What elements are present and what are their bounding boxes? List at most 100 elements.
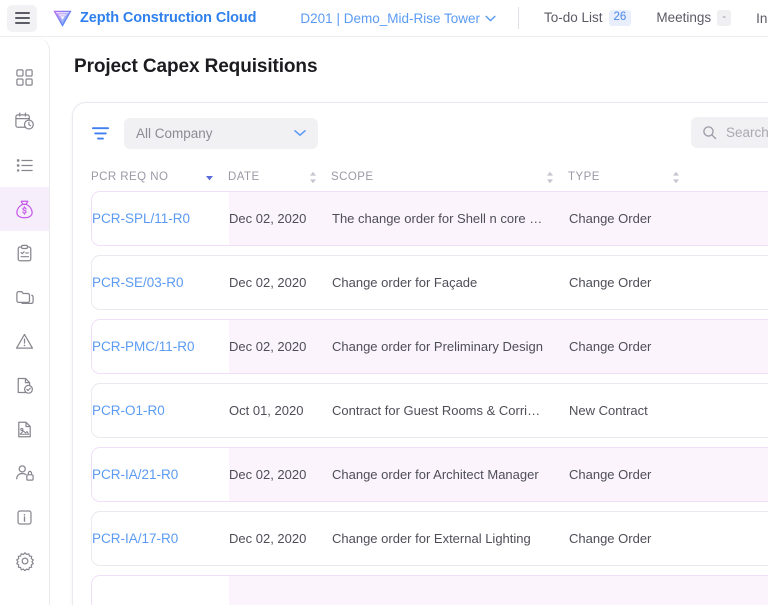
top-navbar: Zepth Construction Cloud D201 | Demo_Mid… [0,0,768,37]
cell-pcr-req-no[interactable]: PCR-IA/17-R0 [92,512,229,565]
nav-divider [518,7,519,29]
sidebar-item-information[interactable] [0,495,49,539]
cell-date: Dec 02, 2020 [229,256,332,309]
search-box[interactable] [691,117,768,148]
cell-pcr-req-no[interactable]: PCR-IA/21-R0 [92,448,229,501]
cell-date: Dec 02, 2020 [229,512,332,565]
cell-type: Change Order [569,256,695,309]
sidebar-item-checklists[interactable] [0,231,49,275]
company-filter-select[interactable]: All Company [124,118,318,149]
cell-amount: 400,000 [695,256,768,309]
cell-scope: Change order for Preliminary Design [332,320,569,373]
sort-both-icon [546,171,554,184]
chevron-down-icon [294,129,306,137]
cell-scope: Change order for Façade [332,256,569,309]
todo-count-badge: 26 [609,10,632,27]
sidebar-item-schedule[interactable] [0,99,49,143]
cell-amount [695,576,768,605]
sidebar-item-dashboard[interactable] [0,55,49,99]
cell-amount: 58,500 [695,512,768,565]
dashboard-icon [15,68,34,87]
cell-date [229,576,332,605]
table-row[interactable] [91,575,768,605]
cell-type: New Contract [569,384,695,437]
table-row[interactable]: PCR-IA/21-R0 Dec 02, 2020 Change order f… [91,447,768,502]
nav-item-insights[interactable]: Insights [756,11,768,26]
nav-item-label: To-do List [544,10,603,25]
cell-type: Change Order [569,320,695,373]
sort-both-icon [309,171,317,184]
document-check-icon [15,376,34,395]
table-row[interactable]: PCR-O1-R0 Oct 01, 2020 Contract for Gues… [91,383,768,438]
table-row[interactable]: PCR-SPL/11-R0 Dec 02, 2020 The change or… [91,191,768,246]
sort-both-icon [672,171,680,184]
cell-amount: 19,000 [695,448,768,501]
table-row[interactable]: PCR-PMC/11-R0 Dec 02, 2020 Change order … [91,319,768,374]
cell-pcr-req-no[interactable] [92,576,229,605]
column-header-amount[interactable]: AMOUNT($ [694,171,768,183]
cell-amount: 18,900,000 [695,384,768,437]
project-selector-label: D201 | Demo_Mid-Rise Tower [300,11,480,26]
table-toolbar: All Company [73,103,768,163]
chevron-down-icon [485,15,496,22]
warning-triangle-icon [15,332,34,351]
column-header-type[interactable]: TYPE [568,171,694,184]
folder-icon [15,287,35,307]
cell-date: Dec 02, 2020 [229,448,332,501]
cell-date: Dec 02, 2020 [229,320,332,373]
brand-name: Zepth Construction Cloud [80,10,256,26]
column-header-scope[interactable]: SCOPE [331,171,568,184]
cell-pcr-req-no[interactable]: PCR-PMC/11-R0 [92,320,229,373]
app-root: Zepth Construction Cloud D201 | Demo_Mid… [0,0,768,605]
cell-type: Change Order [569,512,695,565]
brand-logo-link[interactable]: Zepth Construction Cloud [52,8,256,29]
meetings-count-badge: - [717,10,731,27]
sidebar-item-settings[interactable] [0,539,49,583]
nav-item-meetings[interactable]: Meetings - [656,10,731,27]
column-header-label: DATE [228,171,260,183]
project-selector[interactable]: D201 | Demo_Mid-Rise Tower [300,11,496,26]
table-header-row: PCR REQ NO DATE SCOPE [73,163,768,191]
sidebar-item-tasks[interactable] [0,143,49,187]
sidebar-item-approvals[interactable] [0,363,49,407]
cell-scope: Change order for External Lighting [332,512,569,565]
nav-item-todo-list[interactable]: To-do List 26 [544,10,631,27]
calendar-clock-icon [14,111,35,132]
cell-pcr-req-no[interactable]: PCR-SE/03-R0 [92,256,229,309]
sidebar-item-documents[interactable] [0,275,49,319]
cell-type [569,576,695,605]
cell-scope: Contract for Guest Rooms & Corridors [332,384,569,437]
column-header-label: TYPE [568,171,600,183]
cell-pcr-req-no[interactable]: PCR-O1-R0 [92,384,229,437]
sidebar-item-access[interactable] [0,451,49,495]
table-row[interactable]: PCR-IA/17-R0 Dec 02, 2020 Change order f… [91,511,768,566]
sidebar-item-finance[interactable] [0,187,49,231]
column-header-date[interactable]: DATE [228,171,331,184]
search-icon [702,125,717,140]
gear-icon [15,551,35,571]
page-title: Project Capex Requisitions [74,56,768,78]
sidebar-item-issues[interactable] [0,319,49,363]
table-body: PCR-SPL/11-R0 Dec 02, 2020 The change or… [73,191,768,605]
search-input[interactable] [726,125,768,140]
column-header-label: SCOPE [331,171,374,183]
document-image-icon [15,420,34,439]
cell-date: Oct 01, 2020 [229,384,332,437]
company-filter-value: All Company [136,126,213,141]
cell-date: Dec 02, 2020 [229,192,332,245]
cell-pcr-req-no[interactable]: PCR-SPL/11-R0 [92,192,229,245]
cell-type: Change Order [569,448,695,501]
cell-amount: 80,000 [695,192,768,245]
info-square-icon [15,508,34,527]
filter-icon[interactable] [91,125,110,142]
cell-type: Change Order [569,192,695,245]
column-header-pcr-req-no[interactable]: PCR REQ NO [91,171,228,184]
table-row[interactable]: PCR-SE/03-R0 Dec 02, 2020 Change order f… [91,255,768,310]
hamburger-menu-icon[interactable] [7,5,37,32]
nav-item-label: Insights [756,11,768,26]
list-icon [15,156,34,175]
sidebar-item-drawings[interactable] [0,407,49,451]
cell-scope: The change order for Shell n core wor... [332,192,569,245]
sidebar [0,37,50,605]
cell-amount: 45,000 [695,320,768,373]
